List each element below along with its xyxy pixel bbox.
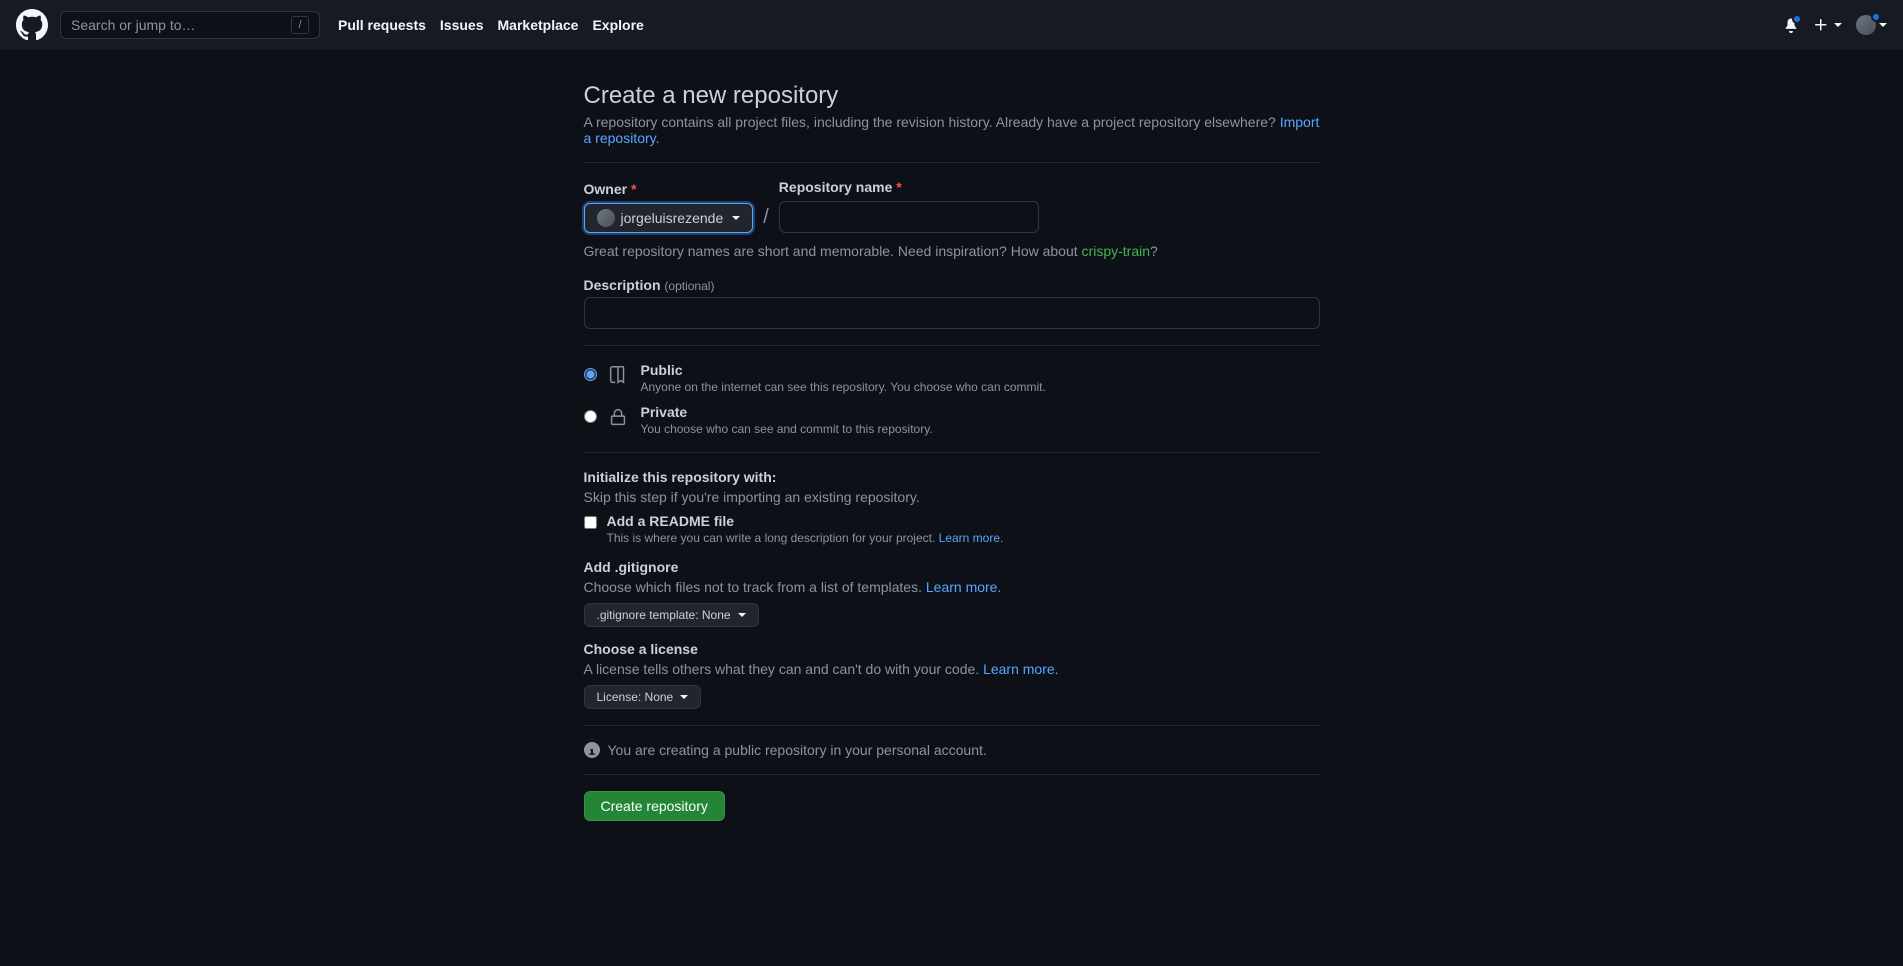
caret-down-icon xyxy=(732,216,740,220)
readme-title: Add a README file xyxy=(607,513,1004,529)
owner-label: Owner * xyxy=(584,181,754,197)
nav-pull-requests[interactable]: Pull requests xyxy=(338,17,426,33)
create-new-dropdown[interactable] xyxy=(1813,17,1842,33)
slash-key-icon: / xyxy=(291,16,309,34)
divider xyxy=(584,452,1320,453)
notification-badge xyxy=(1792,14,1802,24)
caret-down-icon xyxy=(680,695,688,699)
visibility-private-radio[interactable] xyxy=(584,410,597,423)
global-header: Search or jump to… / Pull requests Issue… xyxy=(0,0,1903,50)
divider xyxy=(584,774,1320,775)
repo-icon xyxy=(607,364,631,386)
license-title: Choose a license xyxy=(584,641,1320,657)
name-hint: Great repository names are short and mem… xyxy=(584,243,1320,259)
create-repository-button[interactable]: Create repository xyxy=(584,791,725,821)
caret-down-icon xyxy=(1879,23,1887,27)
private-title: Private xyxy=(641,404,933,420)
github-logo[interactable] xyxy=(16,9,48,41)
readme-sub: This is where you can write a long descr… xyxy=(607,531,1004,545)
gitignore-title: Add .gitignore xyxy=(584,559,1320,575)
license-sub: A license tells others what they can and… xyxy=(584,661,1059,677)
info-line: You are creating a public repository in … xyxy=(584,742,1320,758)
path-separator: / xyxy=(763,206,769,233)
page-title: Create a new repository xyxy=(584,82,1320,110)
gitignore-sub: Choose which files not to track from a l… xyxy=(584,579,1002,595)
caret-down-icon xyxy=(1834,23,1842,27)
suggested-name[interactable]: crispy-train xyxy=(1082,243,1150,259)
license-select[interactable]: License: None xyxy=(584,685,702,709)
notifications-icon[interactable] xyxy=(1783,17,1799,33)
divider xyxy=(584,162,1320,163)
nav-marketplace[interactable]: Marketplace xyxy=(498,17,579,33)
caret-down-icon xyxy=(738,613,746,617)
info-icon xyxy=(584,742,600,758)
owner-select[interactable]: jorgeluisrezende xyxy=(584,203,754,233)
license-learn-more[interactable]: Learn more. xyxy=(983,661,1058,677)
visibility-public-radio[interactable] xyxy=(584,368,597,381)
readme-learn-more[interactable]: Learn more. xyxy=(939,531,1004,545)
page-subtitle: A repository contains all project files,… xyxy=(584,114,1320,146)
divider xyxy=(584,725,1320,726)
repo-name-label: Repository name * xyxy=(779,179,1039,195)
public-sub: Anyone on the internet can see this repo… xyxy=(641,380,1046,394)
user-menu[interactable] xyxy=(1856,15,1887,35)
description-label: Description (optional) xyxy=(584,277,1320,293)
primary-nav: Pull requests Issues Marketplace Explore xyxy=(338,17,644,33)
gitignore-learn-more[interactable]: Learn more. xyxy=(926,579,1001,595)
nav-explore[interactable]: Explore xyxy=(592,17,643,33)
search-input[interactable]: Search or jump to… / xyxy=(60,11,320,39)
owner-avatar xyxy=(597,209,615,227)
description-input[interactable] xyxy=(584,297,1320,329)
readme-checkbox[interactable] xyxy=(584,516,597,529)
main-content: Create a new repository A repository con… xyxy=(568,50,1336,853)
init-heading: Initialize this repository with: xyxy=(584,469,1320,485)
public-title: Public xyxy=(641,362,1046,378)
search-placeholder: Search or jump to… xyxy=(71,17,196,33)
nav-issues[interactable]: Issues xyxy=(440,17,484,33)
owner-value: jorgeluisrezende xyxy=(621,210,724,226)
private-sub: You choose who can see and commit to thi… xyxy=(641,422,933,436)
user-badge xyxy=(1871,12,1881,22)
repo-name-input[interactable] xyxy=(779,201,1039,233)
divider xyxy=(584,345,1320,346)
lock-icon xyxy=(607,406,631,428)
init-skip: Skip this step if you're importing an ex… xyxy=(584,489,1320,505)
gitignore-template-select[interactable]: .gitignore template: None xyxy=(584,603,759,627)
